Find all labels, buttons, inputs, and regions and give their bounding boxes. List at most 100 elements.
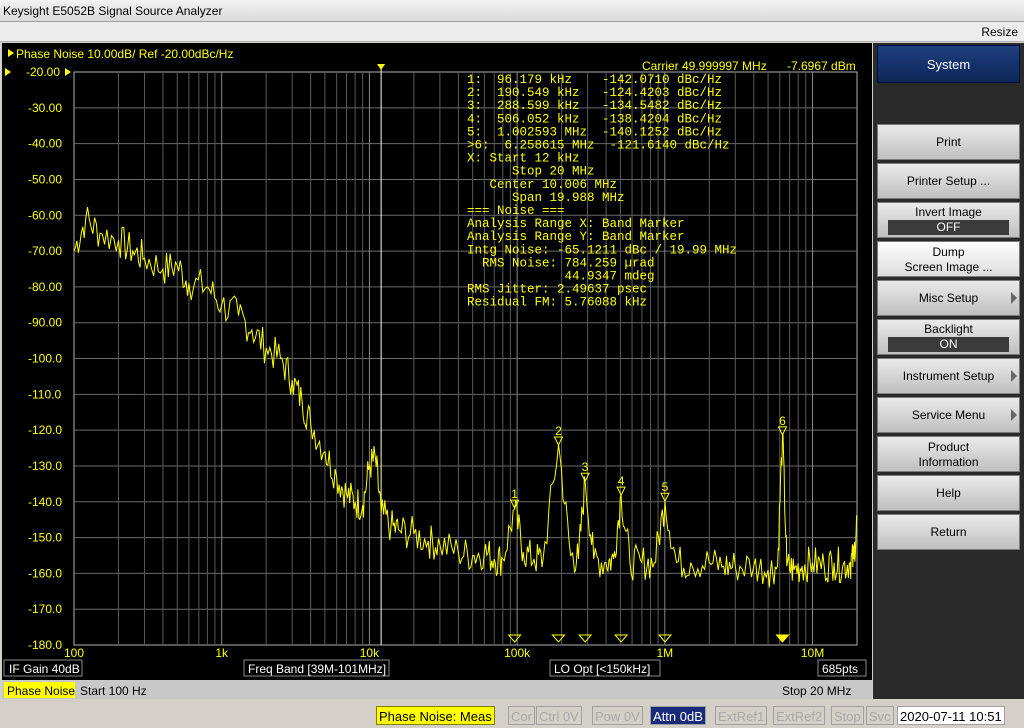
status-bar: Phase Noise: Meas Cor Ctrl 0V Pow 0V Att…: [0, 699, 1024, 728]
y-tick-label: -90.00: [28, 316, 62, 330]
menu-bar: Resize: [0, 22, 1024, 42]
invert-image-softkey[interactable]: Invert Image OFF: [877, 202, 1020, 238]
if-gain-label: IF Gain 40dB: [9, 662, 80, 676]
marker-6-label: 6: [779, 414, 786, 428]
return-softkey[interactable]: Return: [877, 514, 1020, 550]
readout-line: Intg Noise: -65.1211 dBc / 19.99 MHz: [467, 243, 737, 257]
backlight-softkey[interactable]: Backlight ON: [877, 319, 1020, 355]
readout-line: 3: 288.599 kHz -134.5482 dBc/Hz: [467, 99, 722, 113]
y-tick-label: -30.00: [28, 101, 62, 115]
help-label: Help: [936, 486, 961, 500]
readout-line: 4: 506.052 kHz -138.4204 dBc/Hz: [467, 112, 722, 126]
readout-line: RMS Jitter: 2.49637 psec: [467, 283, 647, 297]
dump-label: Dump: [932, 245, 965, 259]
readout-line: Analysis Range X: Band Marker: [467, 217, 685, 231]
backlight-label: Backlight: [924, 322, 973, 336]
status-extref2: ExtRef2: [773, 706, 826, 725]
x-tick-label: 100k: [504, 646, 531, 660]
readout-line: Analysis Range Y: Band Marker: [467, 230, 685, 244]
marker-4-label: 4: [618, 474, 625, 488]
y-tick-label: -180.0: [28, 638, 62, 652]
status-ctrl: Ctrl 0V: [536, 706, 582, 725]
points-label: 685pts: [822, 662, 858, 676]
status-pow: Pow 0V: [592, 706, 643, 725]
invert-image-value: OFF: [888, 220, 1009, 235]
status-attn: Attn 0dB: [650, 706, 706, 725]
y-tick-label: -170.0: [28, 602, 62, 616]
status-meas: Phase Noise: Meas: [376, 706, 495, 725]
footer-meas-label: Phase Noise: [7, 684, 75, 698]
product-info-label: Product: [927, 440, 970, 454]
lo-opt-label: LO Opt [<150kHz]: [554, 662, 650, 676]
marker-2-label: 2: [555, 424, 562, 438]
readout-line: Stop 20 MHz: [467, 165, 595, 179]
trace-header: Phase Noise 10.00dB/ Ref -20.00dBc/Hz: [16, 47, 233, 61]
printer-setup-label: Printer Setup ...: [906, 174, 991, 188]
return-label: Return: [930, 525, 967, 539]
window-titlebar: Keysight E5052B Signal Source Analyzer: [0, 0, 1024, 22]
y-tick-label: -50.00: [28, 172, 62, 186]
y-tick-label: -120.0: [28, 423, 62, 437]
marker-5-label: 5: [662, 480, 669, 494]
y-tick-label: -60.00: [28, 208, 62, 222]
readout-line: 5: 1.002593 MHz -140.1252 dBc/Hz: [467, 125, 722, 139]
readout-line: Center 10.006 MHz: [467, 178, 617, 192]
status-stop: Stop: [831, 706, 864, 725]
dump-label-2: Screen Image ...: [904, 260, 993, 274]
y-tick-label: -100.0: [28, 352, 62, 366]
service-menu-softkey[interactable]: Service Menu: [877, 397, 1020, 433]
misc-setup-label: Misc Setup: [918, 291, 979, 305]
carrier-power: -7.6967 dBm: [787, 59, 856, 73]
help-softkey[interactable]: Help: [877, 475, 1020, 511]
y-tick-label: -140.0: [28, 495, 62, 509]
y-tick-label: -80.00: [28, 280, 62, 294]
submenu-arrow-icon: [1011, 370, 1017, 382]
y-tick-label: -160.0: [28, 566, 62, 580]
print-softkey[interactable]: Print: [877, 124, 1020, 160]
phase-noise-chart: Phase Noise 10.00dB/ Ref -20.00dBc/Hz Ca…: [2, 43, 872, 699]
y-tick-label: -110.0: [28, 387, 61, 401]
footer-start-label: Start 100 Hz: [80, 684, 147, 698]
resize-button[interactable]: Resize: [981, 25, 1018, 39]
backlight-value: ON: [888, 337, 1009, 352]
system-softkey[interactable]: System: [877, 45, 1020, 83]
y-tick-label: -130.0: [28, 459, 62, 473]
readout-line: === Noise ===: [467, 204, 565, 218]
service-menu-label: Service Menu: [911, 408, 986, 422]
readout-line: RMS Noise: 784.259 µrad: [467, 256, 655, 270]
y-tick-label: -40.00: [28, 137, 62, 151]
carrier-frequency: Carrier 49.999997 MHz: [642, 59, 767, 73]
print-label: Print: [936, 135, 961, 149]
readout-line: Span 19.988 MHz: [467, 191, 625, 205]
status-extref1: ExtRef1: [715, 706, 768, 725]
dump-screen-softkey[interactable]: Dump Screen Image ...: [877, 241, 1020, 277]
instrument-setup-label: Instrument Setup: [902, 369, 995, 383]
status-cor: Cor: [508, 706, 535, 725]
freq-band-label: Freq Band [39M-101MHz]: [248, 662, 386, 676]
submenu-arrow-icon: [1011, 409, 1017, 421]
status-datetime: 2020-07-11 10:51: [897, 706, 1005, 725]
y-tick-label: -70.00: [28, 244, 62, 258]
submenu-arrow-icon: [1011, 292, 1017, 304]
x-tick-label: 1k: [215, 646, 229, 660]
x-tick-label: 10M: [801, 646, 824, 660]
product-info-softkey[interactable]: Product Information: [877, 436, 1020, 472]
marker-3-label: 3: [582, 460, 589, 474]
instrument-setup-softkey[interactable]: Instrument Setup: [877, 358, 1020, 394]
invert-image-label: Invert Image: [915, 205, 982, 219]
status-svc: Svc: [866, 706, 894, 725]
measurement-screen: Phase Noise 10.00dB/ Ref -20.00dBc/Hz Ca…: [2, 43, 872, 699]
marker-1-label: 1: [511, 487, 518, 501]
x-tick-label: 100: [64, 646, 84, 660]
printer-setup-softkey[interactable]: Printer Setup ...: [877, 163, 1020, 199]
ref-level-label: -20.00: [26, 65, 60, 79]
softkey-panel: System Print Printer Setup ... Invert Im…: [873, 43, 1024, 699]
x-tick-label: 10k: [360, 646, 380, 660]
chart-background: [2, 43, 872, 699]
readout-line: 44.9347 mdeg: [467, 270, 655, 284]
x-tick-label: 1M: [656, 646, 673, 660]
readout-line: 2: 190.549 kHz -124.4203 dBc/Hz: [467, 86, 722, 100]
y-tick-label: -150.0: [28, 531, 62, 545]
footer-stop-label: Stop 20 MHz: [782, 684, 851, 698]
misc-setup-softkey[interactable]: Misc Setup: [877, 280, 1020, 316]
